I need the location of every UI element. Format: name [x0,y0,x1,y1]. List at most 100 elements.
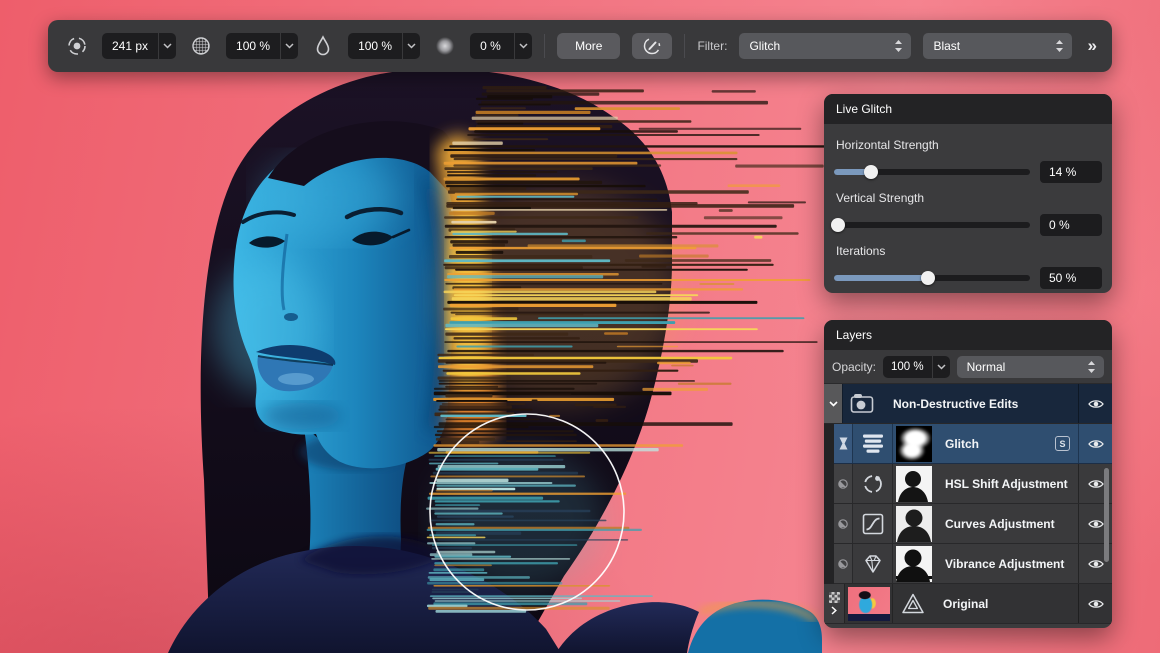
adjustment-indicator [834,544,852,583]
group-expand-toggle[interactable] [824,384,842,423]
layer-row-original[interactable]: Original [824,584,1112,624]
app-window: 241 px 100 % 100 % 0 % [0,0,1160,653]
transparency-checker-icon [829,592,840,603]
layer-name-wrap[interactable]: Glitch S [934,424,1078,463]
filter-select-value: Glitch [749,39,780,53]
brush-width-value[interactable]: 241 px [102,33,158,59]
eye-icon [1088,558,1104,570]
updown-arrows-icon [1087,360,1096,374]
layer-gutter[interactable] [824,584,844,623]
brush-flow-icon [310,33,336,59]
layer-name[interactable]: Non-Destructive Edits [882,384,1078,423]
layer-name[interactable]: Vibrance Adjustment [934,544,1078,583]
hourglass-icon [839,437,848,450]
curves-adjustment-icon [852,504,892,543]
chevron-down-icon[interactable] [402,33,420,59]
half-circle-icon [838,479,848,489]
brush-hardness-input[interactable]: 0 % [470,33,532,59]
chevron-right-icon [831,606,837,615]
eye-icon [1088,438,1104,450]
brush-settings-button[interactable] [632,33,672,59]
brush-flow-input[interactable]: 100 % [348,33,420,59]
layer-name[interactable]: Glitch [945,437,979,451]
eye-icon [1088,598,1104,610]
adjustment-indicator [834,504,852,543]
layer-mask-thumbnail[interactable] [892,504,934,543]
layer-mask-thumbnail[interactable] [892,464,934,503]
brush-hardness-icon [432,33,458,59]
iterations-value[interactable]: 50 % [1040,267,1102,289]
half-circle-icon [838,559,848,569]
vibrance-adjustment-icon [852,544,892,583]
iterations-slider[interactable] [834,268,1030,288]
blend-mode-value: Normal [967,360,1006,374]
layer-row-glitch[interactable]: Glitch S [834,424,1112,464]
live-filter-icon [852,424,892,463]
eye-icon [1088,478,1104,490]
paintbrush-icon [642,36,662,56]
layer-row-vibrance[interactable]: Vibrance Adjustment [834,544,1112,584]
layer-name[interactable]: Curves Adjustment [934,504,1078,543]
brush-hardness-value[interactable]: 0 % [470,33,514,59]
toolbar-separator [544,34,545,58]
live-glitch-panel: Live Glitch Horizontal Strength 14 % Ver… [824,94,1112,293]
slider-thumb[interactable] [864,165,878,179]
updown-arrows-icon [1055,39,1064,53]
layers-panel-title: Layers [824,320,1112,350]
iterations-label: Iterations [836,244,1102,258]
brush-opacity-value[interactable]: 100 % [226,33,280,59]
chevron-down-icon[interactable] [158,33,176,59]
brush-opacity-icon [188,33,214,59]
slider-thumb[interactable] [831,218,845,232]
layer-row-curves[interactable]: Curves Adjustment [834,504,1112,544]
hsl-adjustment-icon [852,464,892,503]
layer-mask-thumbnail[interactable] [892,544,934,583]
updown-arrows-icon [894,39,903,53]
brush-flow-value[interactable]: 100 % [348,33,402,59]
group-layer-icon [842,384,882,423]
filter-type-value: Blast [933,39,960,53]
more-button[interactable]: More [557,33,620,59]
horizontal-strength-slider[interactable] [834,162,1030,182]
horizontal-strength-value[interactable]: 14 % [1040,161,1102,183]
layer-thumbnail[interactable] [844,584,892,623]
slider-thumb[interactable] [921,271,935,285]
layer-mask-thumbnail[interactable] [892,424,934,463]
filter-type-select[interactable]: Blast [923,33,1071,59]
edit-indicator [834,424,852,463]
layers-list: Non-Destructive Edits Glitch S [824,384,1112,624]
blend-mode-select[interactable]: Normal [957,356,1104,378]
layer-opacity-input[interactable]: 100 % [883,356,950,378]
eye-icon [1088,398,1104,410]
layer-name[interactable]: HSL Shift Adjustment [934,464,1078,503]
layers-panel: Layers Opacity: 100 % Normal Non-De [824,320,1112,628]
layer-row-non-destructive-edits[interactable]: Non-Destructive Edits [824,384,1112,424]
visibility-toggle[interactable] [1078,584,1112,623]
filter-select[interactable]: Glitch [739,33,911,59]
toolbar-overflow-button[interactable]: » [1088,36,1096,56]
layers-scrollbar[interactable] [1104,468,1109,562]
chevron-down-icon[interactable] [280,33,298,59]
filter-label: Filter: [697,39,727,53]
chevron-down-icon[interactable] [932,356,950,378]
brush-width-icon [64,33,90,59]
layer-row-hsl-shift[interactable]: HSL Shift Adjustment [834,464,1112,504]
visibility-toggle[interactable] [1078,384,1112,423]
vertical-strength-slider[interactable] [834,215,1030,235]
chevron-down-icon[interactable] [514,33,532,59]
layer-opacity-value[interactable]: 100 % [883,356,932,378]
image-layer-icon [892,584,932,623]
visibility-toggle[interactable] [1078,424,1112,463]
brush-width-input[interactable]: 241 px [102,33,176,59]
brush-opacity-input[interactable]: 100 % [226,33,298,59]
adjustment-indicator [834,464,852,503]
eye-icon [1088,518,1104,530]
context-toolbar: 241 px 100 % 100 % 0 % [48,20,1112,72]
smart-filter-badge: S [1055,436,1070,451]
opacity-label: Opacity: [832,360,876,374]
layer-name[interactable]: Original [932,584,1078,623]
live-glitch-panel-title: Live Glitch [824,94,1112,124]
vertical-strength-label: Vertical Strength [836,191,1102,205]
vertical-strength-value[interactable]: 0 % [1040,214,1102,236]
toolbar-separator [684,34,685,58]
